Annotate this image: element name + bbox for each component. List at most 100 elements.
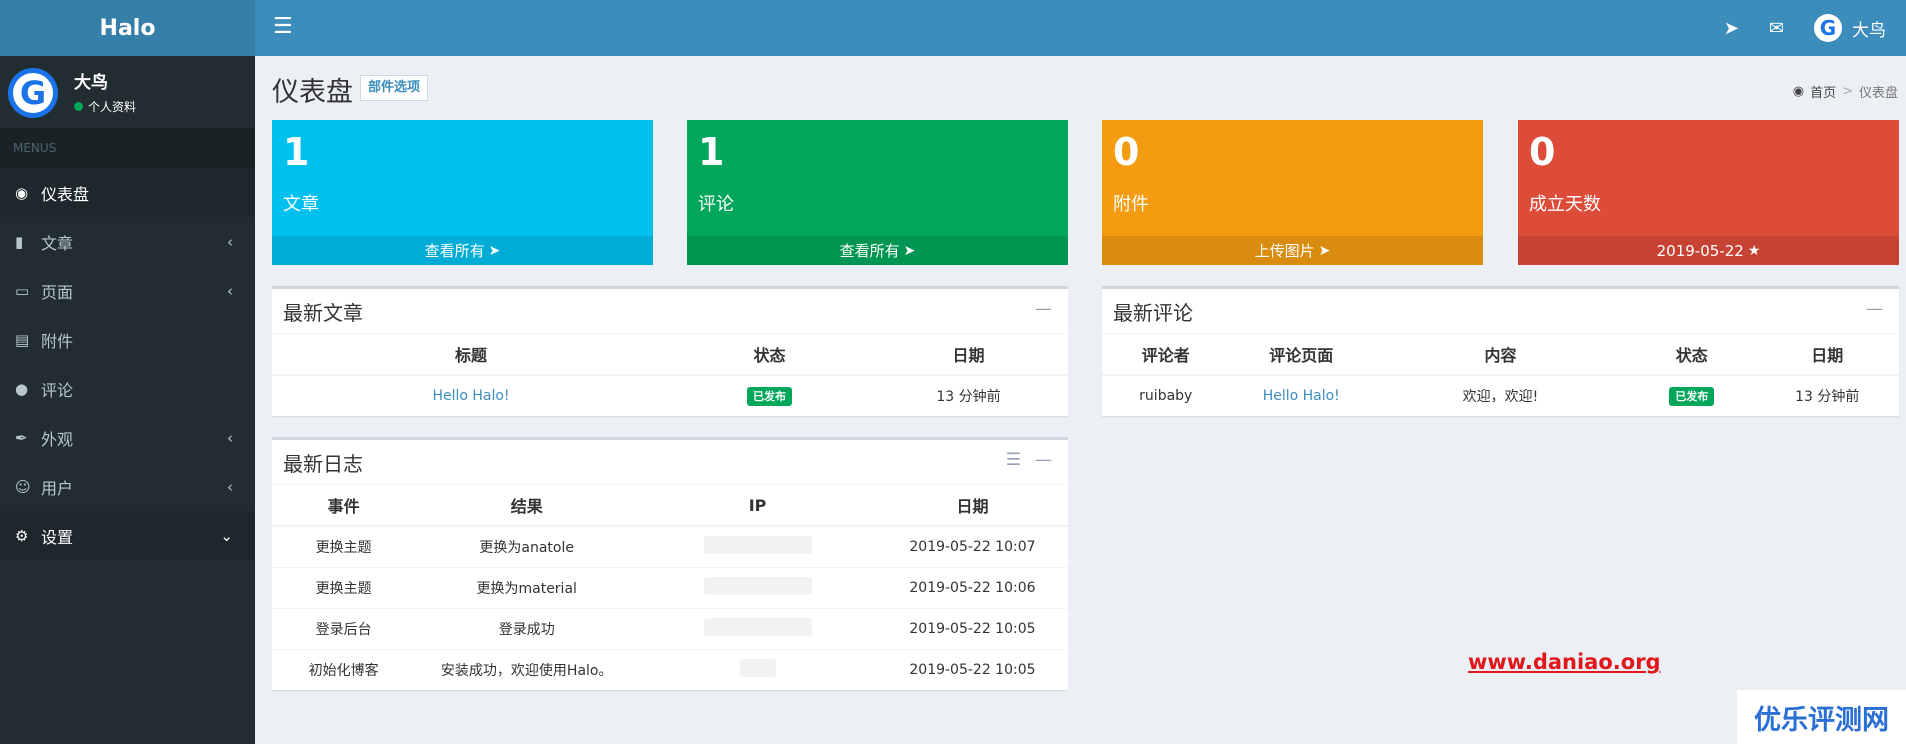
paint-brush-icon: ✒ [15, 428, 28, 447]
profile-link-label: 个人资料 [88, 100, 137, 114]
collapse-minus-icon[interactable]: — [1035, 450, 1052, 470]
column-header: IP [638, 485, 877, 527]
comment-icon: ● [15, 379, 29, 398]
bars-icon[interactable]: ☰ [273, 16, 293, 38]
comment-date: 13 分钟前 [1755, 374, 1899, 416]
user-menu[interactable]: G 大鸟 [1814, 14, 1886, 42]
box-tools: ☰ — [1006, 450, 1052, 470]
comment-author: ruibaby [1102, 374, 1230, 416]
latest-posts-table: 标题 状态 日期 Hello Halo! 已发布 13 分钟前 [272, 334, 1068, 416]
view-all-posts-link[interactable]: 查看所有 ➤ [272, 236, 653, 265]
breadcrumb-home[interactable]: 首页 [1810, 82, 1836, 101]
sidebar-item-label: 页面 [41, 282, 74, 302]
user-name: 大鸟 [1852, 20, 1886, 41]
location-arrow-icon[interactable]: ➤ [1724, 18, 1739, 39]
log-event: 初始化博客 [272, 648, 416, 690]
stat-value: 0 [1529, 130, 1556, 174]
chevron-left-icon: ‹ [227, 232, 233, 251]
ip-redacted [739, 658, 776, 677]
chevron-left-icon: ‹ [227, 428, 233, 447]
collapse-minus-icon[interactable]: — [1035, 299, 1052, 319]
widget-options-button[interactable]: 部件选项 [360, 75, 429, 101]
view-all-comments-link[interactable]: 查看所有 ➤ [687, 236, 1068, 265]
column-header: 状态 [1628, 334, 1756, 376]
sidebar-item-comments[interactable]: ● 评论 [0, 364, 255, 413]
box-tools: — [1035, 299, 1052, 319]
box-header: 最新文章 — [272, 289, 1068, 334]
stat-footer-label: 上传图片 [1254, 242, 1315, 260]
post-title-link[interactable]: Hello Halo! [432, 388, 509, 404]
stat-label: 成立天数 [1529, 194, 1601, 215]
log-event: 更换主题 [272, 566, 416, 608]
log-result: 更换为material [415, 566, 639, 608]
column-header: 日期 [1755, 334, 1899, 376]
status-badge: 已发布 [746, 387, 792, 406]
box-title: 最新文章 [283, 301, 363, 325]
top-nav-icons: ➤ ✉ G 大鸟 [1724, 0, 1886, 56]
sidebar-item-dashboard[interactable]: ◉ 仪表盘 [0, 168, 255, 217]
column-header: 日期 [876, 485, 1068, 527]
upload-image-link[interactable]: 上传图片 ➤ [1102, 236, 1483, 265]
box-header: 最新评论 — [1102, 289, 1899, 334]
book-icon: ▮ [15, 232, 24, 251]
table-row: 更换主题 更换为anatole 2019-05-22 10:07 [272, 525, 1068, 567]
sidebar-item-label: 仪表盘 [41, 184, 90, 204]
box-title: 最新评论 [1113, 301, 1193, 325]
stat-value: 1 [698, 130, 725, 174]
box-tools: — [1866, 299, 1883, 319]
column-header: 评论者 [1102, 334, 1230, 376]
latest-posts-box: 最新文章 — 标题 状态 日期 Hello Halo! 已发布 13 分钟前 [272, 286, 1068, 416]
online-dot-icon [74, 102, 83, 111]
latest-logs-table: 事件 结果 IP 日期 更换主题 更换为anatole 2019-05-22 1… [272, 485, 1068, 690]
watermark-text: www.daniao.org [1468, 650, 1661, 674]
ip-redacted [703, 617, 812, 636]
log-result: 安装成功，欢迎使用Halo。 [415, 648, 639, 690]
app-logo[interactable]: Halo [0, 0, 255, 56]
chevron-left-icon: ‹ [227, 281, 233, 300]
sidebar-item-pages[interactable]: ▭ 页面 ‹ [0, 266, 255, 315]
corner-logo: 优乐评测网 [1737, 690, 1906, 744]
sidebar-item-label: 附件 [41, 331, 74, 351]
user-panel: G 大鸟 个人资料 [0, 56, 255, 128]
sidebar-item-posts[interactable]: ▮ 文章 ‹ [0, 217, 255, 266]
log-date: 2019-05-22 10:05 [876, 607, 1068, 649]
table-row: Hello Halo! 已发布 13 分钟前 [272, 374, 1068, 416]
sidebar-item-label: 外观 [41, 429, 74, 449]
sidebar-item-label: 设置 [41, 527, 74, 547]
sidebar-item-appearance[interactable]: ✒ 外观 ‹ [0, 413, 255, 462]
log-event: 登录后台 [272, 607, 416, 649]
profile-link[interactable]: 个人资料 [74, 98, 136, 115]
sidebar-item-users[interactable]: ☺ 用户 ‹ [0, 462, 255, 511]
latest-logs-box: 最新日志 ☰ — 事件 结果 IP 日期 更换主题 更换为anatole 201… [272, 437, 1068, 690]
stat-box-posts: 1 文章 查看所有 ➤ [272, 120, 653, 265]
sidebar-item-label: 用户 [41, 478, 74, 498]
stat-value: 0 [1113, 130, 1140, 174]
stat-value: 1 [283, 130, 310, 174]
comment-page-link[interactable]: Hello Halo! [1263, 388, 1340, 404]
chevron-left-icon: ‹ [227, 477, 233, 496]
log-date: 2019-05-22 10:05 [876, 648, 1068, 690]
column-header: 事件 [272, 485, 416, 527]
desktop-icon: ▭ [15, 281, 30, 300]
column-header: 标题 [272, 334, 670, 376]
log-result: 更换为anatole [415, 525, 639, 567]
stat-box-attachments: 0 附件 上传图片 ➤ [1102, 120, 1483, 265]
sidebar-user-name: 大鸟 [74, 73, 108, 93]
arrow-circle-right-icon: ➤ [488, 242, 501, 259]
collapse-minus-icon[interactable]: — [1866, 299, 1883, 319]
stat-footer-label: 查看所有 [424, 242, 485, 260]
sidebar-item-attachments[interactable]: ▤ 附件 [0, 315, 255, 364]
arrow-circle-right-icon: ➤ [1318, 242, 1331, 259]
breadcrumb: ◉ 首页 > 仪表盘 [1793, 82, 1898, 101]
arrow-circle-right-icon: ➤ [903, 242, 916, 259]
sidebar-item-settings[interactable]: ⚙ 设置 ⌄ [0, 511, 255, 560]
column-header: 评论页面 [1229, 334, 1373, 376]
sidebar-item-label: 文章 [41, 233, 74, 253]
stat-box-days: 0 成立天数 2019-05-22 ★ [1518, 120, 1899, 265]
user-icon: ☺ [15, 477, 31, 496]
column-header: 状态 [670, 334, 869, 376]
log-date: 2019-05-22 10:07 [876, 525, 1068, 567]
list-icon[interactable]: ☰ [1006, 450, 1021, 470]
table-row: ruibaby Hello Halo! 欢迎，欢迎! 已发布 13 分钟前 [1102, 374, 1899, 416]
envelope-icon[interactable]: ✉ [1769, 18, 1784, 39]
